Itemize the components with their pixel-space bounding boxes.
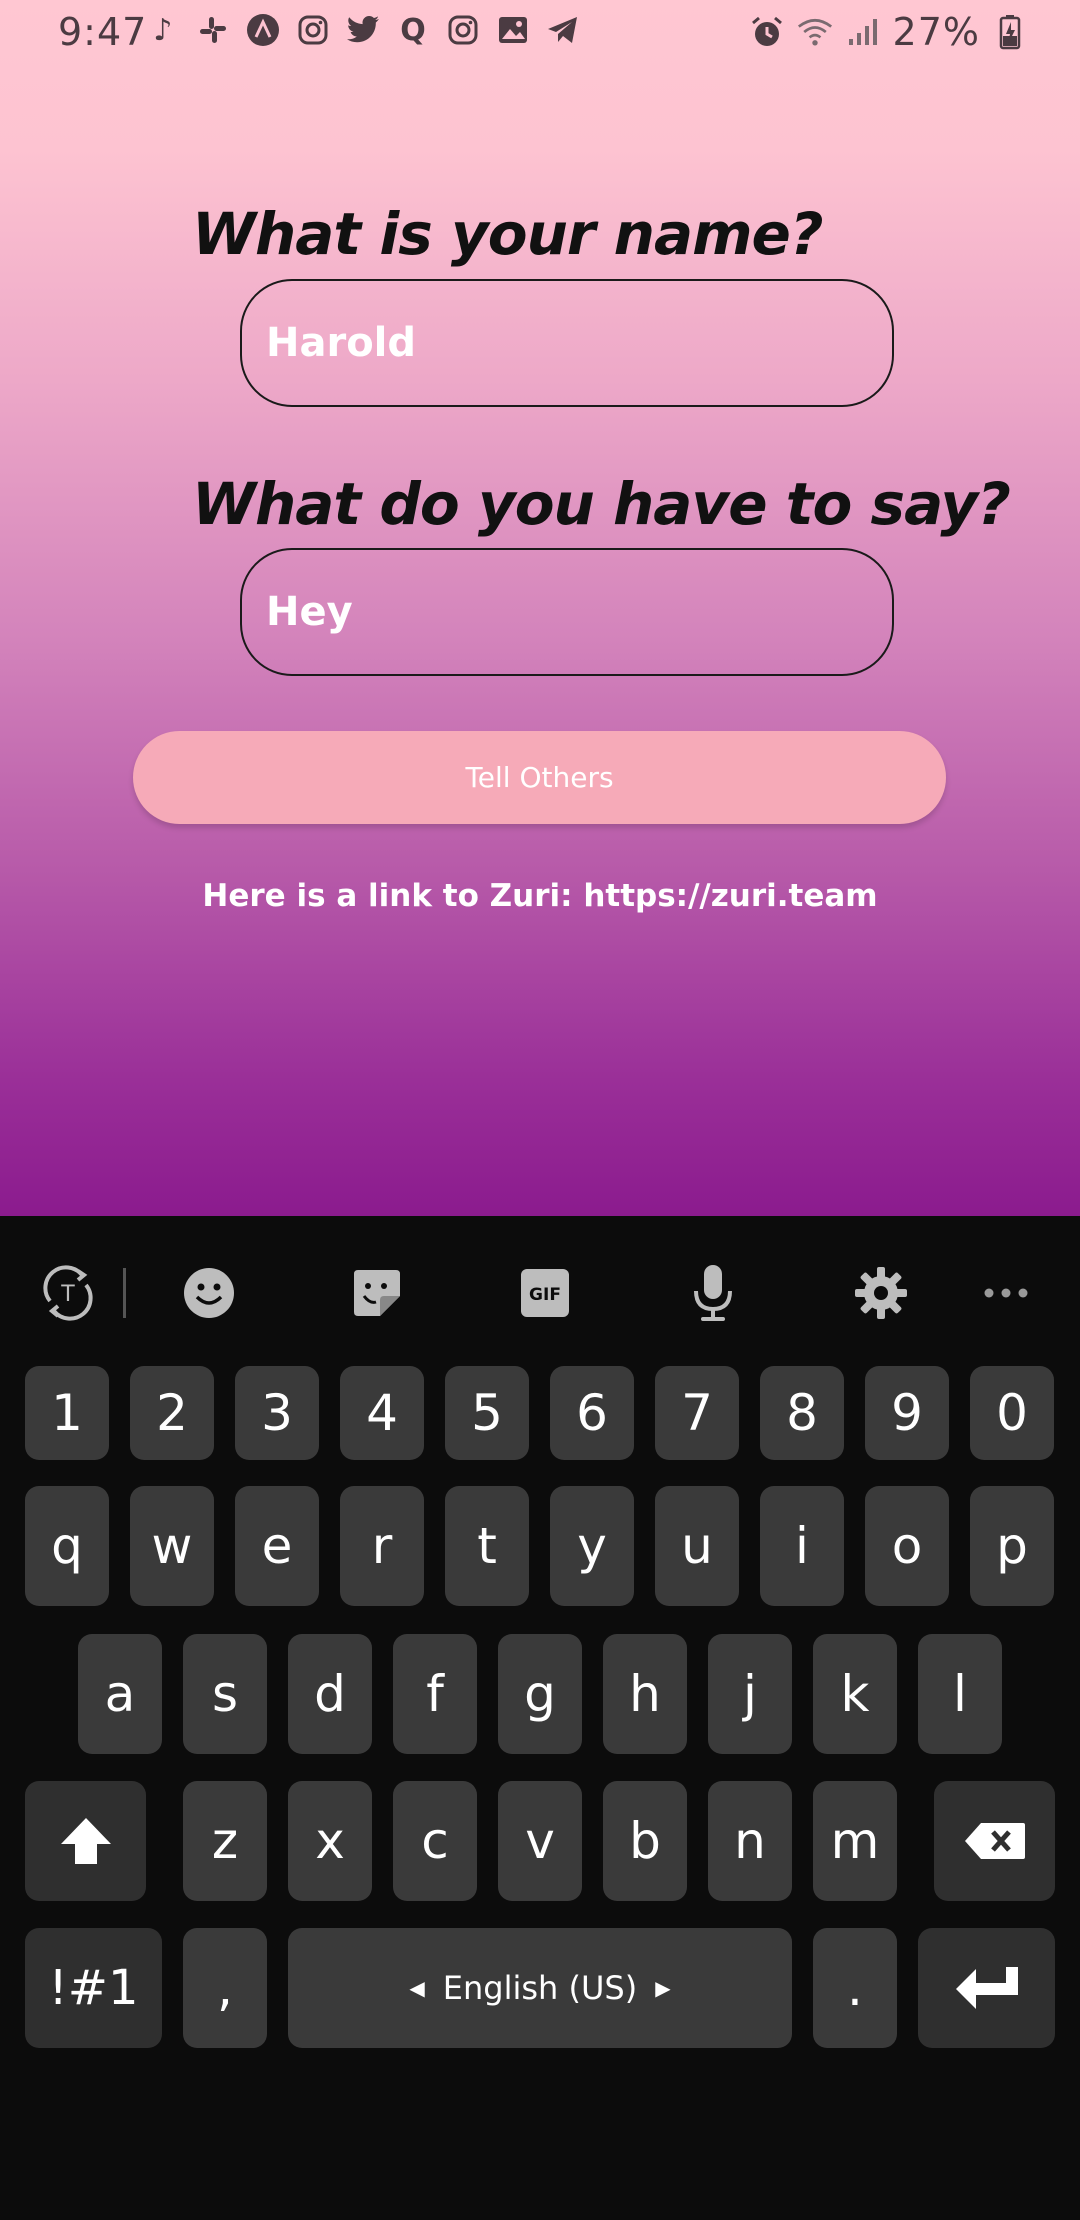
key-1[interactable]: 1 <box>25 1366 109 1460</box>
key-l[interactable]: l <box>918 1634 1002 1754</box>
shift-key[interactable] <box>25 1781 146 1901</box>
key-8[interactable]: 8 <box>760 1366 844 1460</box>
svg-text:T: T <box>60 1282 75 1307</box>
key-g[interactable]: g <box>498 1634 582 1754</box>
key-x[interactable]: x <box>288 1781 372 1901</box>
key-h[interactable]: h <box>603 1634 687 1754</box>
key-9[interactable]: 9 <box>865 1366 949 1460</box>
music-note-icon: ♪ <box>153 12 173 48</box>
settings-gear-icon[interactable] <box>849 1261 913 1325</box>
key-f[interactable]: f <box>393 1634 477 1754</box>
signal-icon <box>845 14 881 50</box>
spacebar[interactable]: ◀ English (US) ▶ <box>288 1928 792 2048</box>
key-n[interactable]: n <box>708 1781 792 1901</box>
key-3[interactable]: 3 <box>235 1366 319 1460</box>
key-p[interactable]: p <box>970 1486 1054 1606</box>
twitter-icon <box>345 12 381 48</box>
key-t[interactable]: t <box>445 1486 529 1606</box>
wifi-icon <box>797 14 833 50</box>
key-4[interactable]: 4 <box>340 1366 424 1460</box>
key-5[interactable]: 5 <box>445 1366 529 1460</box>
key-6[interactable]: 6 <box>550 1366 634 1460</box>
quora-icon: Q <box>400 12 426 48</box>
symbols-key[interactable]: !#1 <box>25 1928 162 2048</box>
key-e[interactable]: e <box>235 1486 319 1606</box>
tell-others-button[interactable]: Tell Others <box>133 731 946 824</box>
app-screen: 9:47 ♪ Q 27% What is your name? Harold W… <box>0 0 1080 1216</box>
battery-charging-icon <box>992 14 1028 50</box>
key-2[interactable]: 2 <box>130 1366 214 1460</box>
notification-icons: ♪ Q <box>145 12 581 48</box>
backspace-key[interactable] <box>934 1781 1055 1901</box>
key-a[interactable]: a <box>78 1634 162 1754</box>
key-m[interactable]: m <box>813 1781 897 1901</box>
comma-key[interactable]: , <box>183 1928 267 2048</box>
message-question-label: What do you have to say? <box>192 470 1011 538</box>
slack-icon <box>195 12 231 48</box>
key-u[interactable]: u <box>655 1486 739 1606</box>
shift-arrow-icon <box>60 1818 111 1864</box>
key-d[interactable]: d <box>288 1634 372 1754</box>
key-i[interactable]: i <box>760 1486 844 1606</box>
microphone-icon[interactable] <box>681 1261 745 1325</box>
soft-keyboard: T GIF 1 2 3 4 5 6 7 8 9 0 q w e r t y u … <box>0 1216 1080 2220</box>
enter-icon <box>955 1967 1018 2009</box>
message-input[interactable] <box>266 589 892 635</box>
key-w[interactable]: w <box>130 1486 214 1606</box>
key-o[interactable]: o <box>865 1486 949 1606</box>
instagram-icon <box>295 12 331 48</box>
space-language-label: English (US) <box>442 1969 638 2007</box>
key-0[interactable]: 0 <box>970 1366 1054 1460</box>
battery-percent: 27% <box>892 10 980 54</box>
status-bar: 9:47 ♪ Q 27% <box>0 0 1080 64</box>
message-field[interactable] <box>240 548 894 676</box>
key-k[interactable]: k <box>813 1634 897 1754</box>
system-status: 27% <box>749 10 1028 54</box>
key-y[interactable]: y <box>550 1486 634 1606</box>
image-icon <box>495 12 531 48</box>
alarm-icon <box>749 14 785 50</box>
gif-button[interactable]: GIF <box>513 1261 577 1325</box>
emoji-icon[interactable] <box>177 1261 241 1325</box>
name-question-label: What is your name? <box>192 200 824 268</box>
keyboard-toolbar: T GIF <box>0 1216 1080 1366</box>
telegram-icon <box>545 12 581 48</box>
language-left-arrow-icon: ◀ <box>409 1976 425 2000</box>
toolbar-separator <box>123 1268 126 1318</box>
key-7[interactable]: 7 <box>655 1366 739 1460</box>
name-input[interactable] <box>266 320 892 366</box>
language-right-arrow-icon: ▶ <box>655 1976 671 2000</box>
key-z[interactable]: z <box>183 1781 267 1901</box>
key-v[interactable]: v <box>498 1781 582 1901</box>
instagram-icon <box>445 12 481 48</box>
translate-icon[interactable]: T <box>36 1261 100 1325</box>
key-q[interactable]: q <box>25 1486 109 1606</box>
arc-icon <box>245 12 281 48</box>
sticker-icon[interactable] <box>345 1261 409 1325</box>
backspace-icon <box>964 1823 1025 1859</box>
period-key[interactable]: . <box>813 1928 897 2048</box>
key-r[interactable]: r <box>340 1486 424 1606</box>
enter-key[interactable] <box>918 1928 1055 2048</box>
key-j[interactable]: j <box>708 1634 792 1754</box>
gif-label: GIF <box>529 1285 561 1305</box>
zuri-link-text[interactable]: Here is a link to Zuri: https://zuri.tea… <box>0 878 1080 914</box>
more-options-icon[interactable] <box>974 1261 1038 1325</box>
key-s[interactable]: s <box>183 1634 267 1754</box>
key-c[interactable]: c <box>393 1781 477 1901</box>
name-field[interactable] <box>240 279 894 407</box>
status-time: 9:47 <box>58 10 148 54</box>
key-b[interactable]: b <box>603 1781 687 1901</box>
